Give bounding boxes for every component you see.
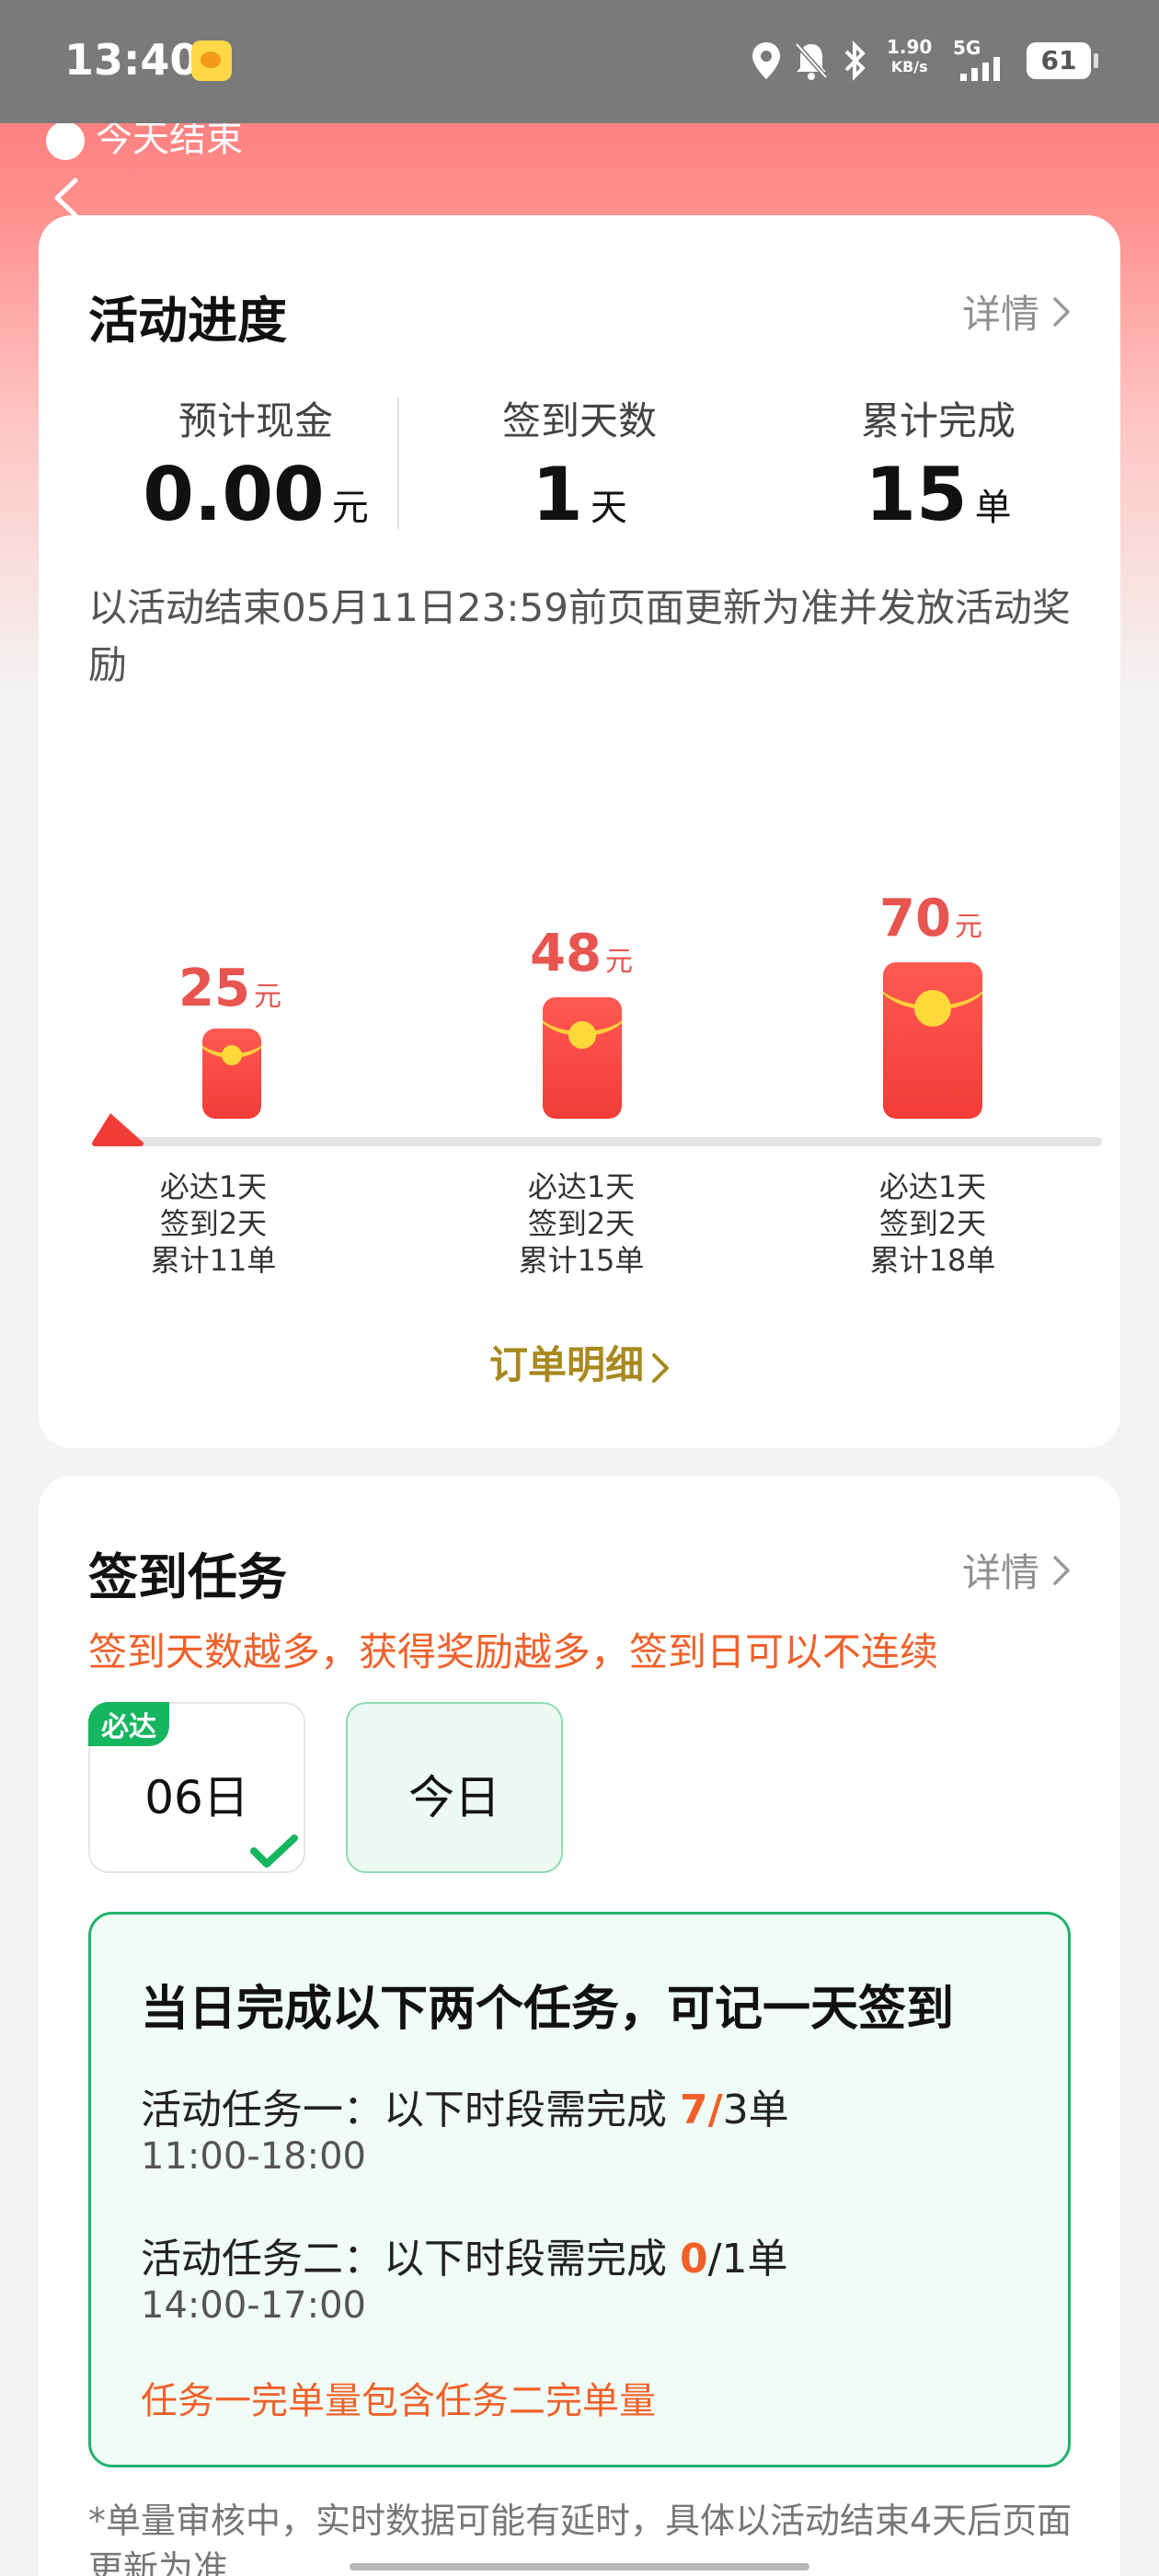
- task-requirements-box: 当日完成以下两个任务，可记一天签到 活动任务一：以下时段需完成 7/3单 11:0…: [88, 1912, 1071, 2467]
- chevron-right-icon: [652, 1352, 669, 1383]
- signin-task-card: 签到任务 详情 签到天数越多，获得奖励越多，签到日可以不连续 必达 06日 今日…: [39, 1476, 1120, 2576]
- radio-icon: [46, 121, 85, 160]
- mute-bell-icon: [795, 42, 828, 80]
- status-time: 13:40: [64, 35, 200, 85]
- activity-progress-card: 活动进度 详情 预计现金 0.00 元 签到天数 1天 累计完成 15 单 以活动结…: [39, 215, 1120, 1448]
- chevron-right-icon: [1053, 1555, 1070, 1585]
- order-detail-link[interactable]: 订单明细: [39, 1334, 1120, 1390]
- task-one-time: 11:00-18:00: [141, 2135, 366, 2178]
- task-note: 任务一完单量包含任务二完单量: [141, 2380, 656, 2422]
- progress-card-title: 活动进度: [88, 292, 287, 350]
- back-arrow-icon[interactable]: [48, 175, 85, 221]
- reward-amount: 48 元: [530, 924, 633, 983]
- reward-amount: 70 元: [879, 889, 982, 949]
- progress-marker-icon: [92, 1113, 143, 1146]
- stats-row: 预计现金 0.00 元 签到天数 1天 累计完成 15 单: [39, 390, 1120, 546]
- stat-estimated-cash: 预计现金 0.00 元: [143, 398, 369, 537]
- progress-detail-link[interactable]: 详情: [962, 283, 1071, 339]
- milestone-condition: 必达1天 签到2天 累计15单: [518, 1169, 645, 1278]
- milestone-condition: 必达1天 签到2天 累计11单: [150, 1169, 277, 1278]
- chevron-right-icon: [1053, 296, 1070, 327]
- progress-track: [103, 1137, 1102, 1146]
- signin-card-title: 签到任务: [88, 1548, 287, 1606]
- task-box-heading: 当日完成以下两个任务，可记一天签到: [141, 1982, 955, 2037]
- task-two-time: 14:00-17:00: [141, 2284, 366, 2327]
- red-envelope-icon: [202, 1029, 261, 1119]
- reward-amount: 25 元: [178, 959, 281, 1018]
- battery-indicator: 61: [1027, 42, 1098, 79]
- reward-tier-1: 25 元: [138, 959, 322, 1018]
- milestone-condition: 必达1天 签到2天 累计18单: [869, 1169, 996, 1278]
- bluetooth-icon: [844, 40, 866, 81]
- reward-tier-3: 70 元: [839, 889, 1023, 949]
- signin-subtitle: 签到天数越多，获得奖励越多，签到日可以不连续: [88, 1629, 939, 1674]
- task-two: 活动任务二：以下时段需完成 0/1单: [141, 2236, 788, 2283]
- red-envelope-icon: [883, 962, 982, 1119]
- settlement-notice: 以活动结束05月11日23:59前页面更新为准并发放活动奖励: [88, 585, 1071, 687]
- task-one: 活动任务一：以下时段需完成 7/3单: [141, 2087, 789, 2133]
- home-indicator[interactable]: [350, 2563, 809, 2570]
- location-icon: [752, 42, 780, 79]
- reward-tier-2: 48 元: [489, 924, 673, 983]
- signin-detail-link[interactable]: 详情: [962, 1542, 1071, 1598]
- check-icon: [250, 1834, 298, 1868]
- stat-total-orders: 累计完成 15 单: [860, 398, 1016, 537]
- day-chip-06[interactable]: 必达 06日: [88, 1702, 305, 1873]
- must-badge: 必达: [88, 1702, 169, 1746]
- network-speed: 1.90 KB/s: [887, 36, 933, 75]
- stat-signin-days: 签到天数 1天: [501, 398, 657, 537]
- status-bar: 13:40 1.90 KB/s 5G 61: [0, 0, 1159, 123]
- app-notification-icon: [191, 40, 232, 81]
- signal-icon: [960, 57, 1000, 81]
- day-chip-today[interactable]: 今日: [346, 1702, 563, 1873]
- red-envelope-icon: [543, 997, 622, 1119]
